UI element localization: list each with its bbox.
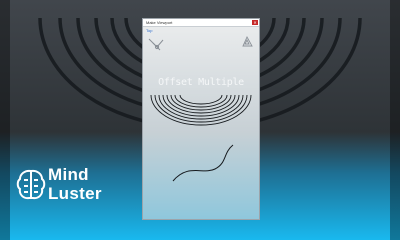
viewport-window[interactable]: Make Viewport ✕ Top Offset Multiple <box>142 18 260 220</box>
brain-logo-icon <box>16 169 46 200</box>
offset-arcs <box>150 94 252 126</box>
close-icon[interactable]: ✕ <box>252 20 258 25</box>
window-title: Make Viewport <box>146 20 173 25</box>
spline-curve <box>172 144 234 182</box>
triangle-icon <box>242 35 253 47</box>
window-titlebar[interactable]: Make Viewport ✕ <box>143 19 259 27</box>
drawing-viewport[interactable]: Top Offset Multiple <box>143 27 259 219</box>
watermark-line1: Mind <box>48 165 89 184</box>
compass-icon <box>148 38 164 51</box>
watermark-line2: Luster <box>48 184 102 203</box>
watermark-logo: Mind Luster <box>16 166 126 206</box>
page-heading: Offset Multiple <box>158 77 244 88</box>
viewport-drawing <box>148 35 253 182</box>
viewport-label[interactable]: Top <box>145 28 154 33</box>
